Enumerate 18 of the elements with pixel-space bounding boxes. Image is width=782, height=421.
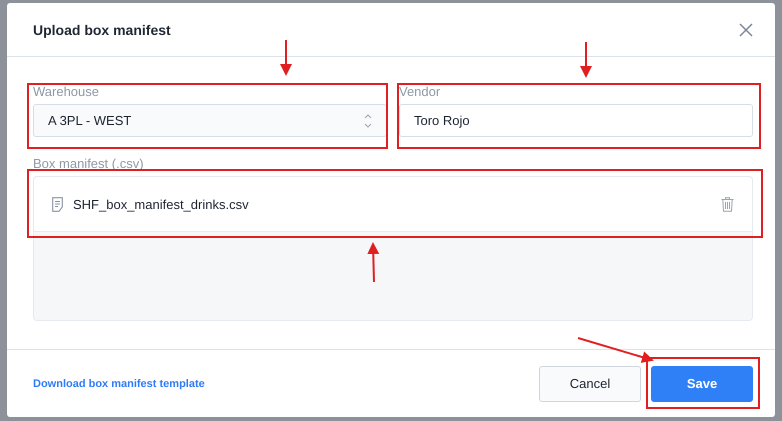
field-label: Warehouse xyxy=(33,84,100,100)
field-label: Vendor xyxy=(399,84,442,100)
annotation-arrow xyxy=(367,242,380,282)
download-template-link[interactable]: Download box manifest template xyxy=(33,378,205,390)
cancel-button[interactable]: Cancel xyxy=(539,366,641,402)
annotation-arrow xyxy=(580,42,592,78)
chevron-up-down-icon xyxy=(364,112,372,128)
dialog-title: Upload box manifest xyxy=(33,22,171,38)
field-label: Box manifest (.csv) xyxy=(33,156,145,172)
close-icon[interactable] xyxy=(739,22,753,36)
document-icon xyxy=(52,196,63,212)
annotation-arrow xyxy=(280,40,292,76)
trash-icon[interactable] xyxy=(721,196,734,212)
file-dropzone[interactable]: SHF_box_manifest_drinks.csv xyxy=(33,176,753,321)
save-button[interactable]: Save xyxy=(651,366,753,402)
warehouse-select[interactable]: A 3PL - WEST xyxy=(33,104,387,137)
vendor-input[interactable]: Toro Rojo xyxy=(399,104,753,137)
file-name: SHF_box_manifest_drinks.csv xyxy=(73,196,250,212)
